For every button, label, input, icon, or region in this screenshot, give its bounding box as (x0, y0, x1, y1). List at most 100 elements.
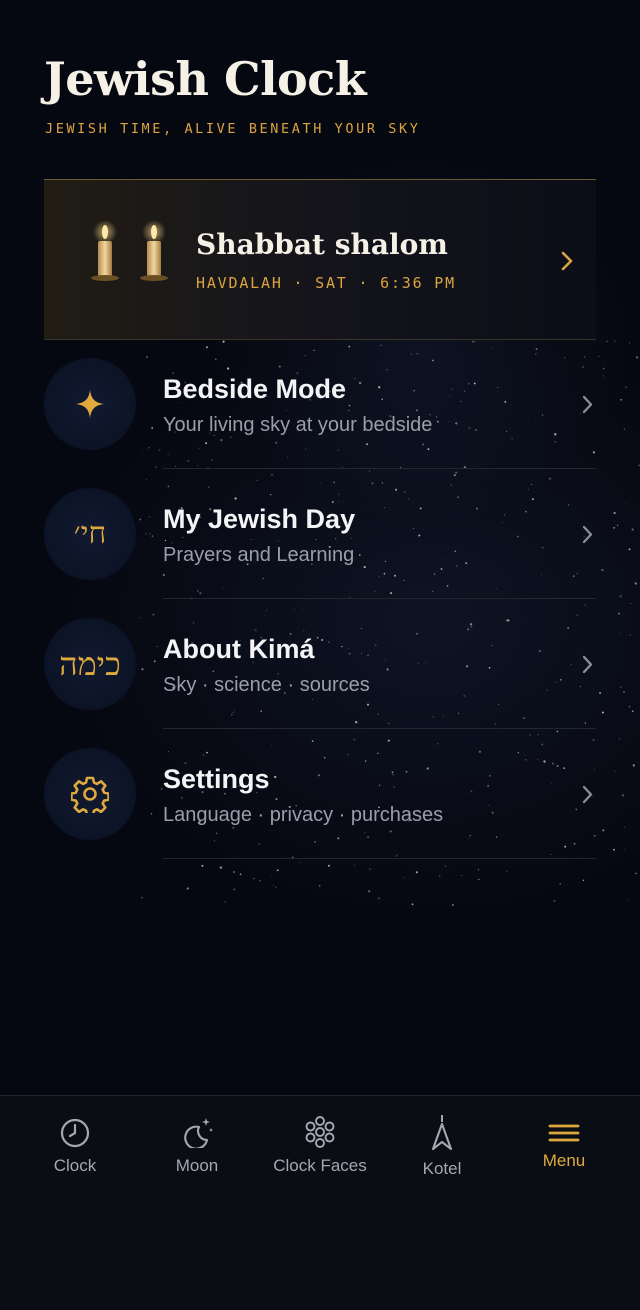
chevron-right-icon (582, 655, 593, 674)
flower-icon (305, 1116, 335, 1148)
star (411, 903, 414, 906)
shabbat-title: Shabbat shalom (196, 228, 448, 261)
star (628, 705, 631, 708)
star (582, 879, 585, 882)
star (253, 877, 255, 880)
star (628, 548, 631, 551)
star (625, 526, 627, 528)
chevron-right-icon (561, 251, 573, 271)
hamburger-icon (548, 1124, 580, 1142)
sparkle-icon (76, 390, 104, 418)
row-divider (163, 858, 596, 859)
star (598, 355, 600, 358)
star (632, 764, 635, 767)
menu-item-title: Bedside Mode (163, 374, 347, 404)
star (631, 528, 634, 531)
menu-item-subtitle: Sky · science · sources (163, 674, 370, 696)
star (602, 375, 604, 377)
star (239, 873, 242, 876)
star (368, 868, 371, 871)
tab-label: Menu (542, 1151, 586, 1170)
star (354, 864, 356, 866)
star (625, 502, 627, 504)
star (634, 582, 637, 585)
menu-item-title: About Kimá (163, 634, 315, 664)
star (319, 885, 321, 887)
chai-hebrew-icon: חי׳ (73, 516, 107, 551)
tab-label: Clock (53, 1156, 97, 1175)
star (613, 848, 615, 851)
star (299, 861, 301, 863)
star (625, 386, 628, 389)
kotel-arrow-icon (431, 1115, 453, 1151)
tab-clock-faces[interactable]: Clock Faces (256, 1096, 384, 1196)
star (613, 526, 616, 529)
tab-label: Moon (175, 1156, 219, 1175)
star (276, 869, 279, 872)
menu-item-title: My Jewish Day (163, 504, 356, 534)
star (602, 829, 605, 832)
bottom-tab-bar: Clock Moon Clock Faces Kotel Menu (0, 1095, 640, 1310)
tab-label: Kotel (422, 1159, 462, 1178)
star (559, 882, 561, 885)
star (233, 871, 235, 873)
menu-item-my-jewish-day[interactable]: חי׳ My Jewish Day Prayers and Learning (44, 469, 596, 599)
menu-item-title: Settings (163, 764, 270, 794)
menu-item-settings[interactable]: Settings Language · privacy · purchases (44, 729, 596, 859)
gear-icon (71, 776, 109, 813)
star (327, 864, 330, 867)
star (233, 888, 235, 890)
tab-clock[interactable]: Clock (11, 1096, 139, 1196)
tab-menu[interactable]: Menu (500, 1096, 628, 1196)
star (201, 864, 204, 867)
star (403, 877, 405, 879)
menu-item-subtitle: Your living sky at your bedside (163, 414, 433, 436)
chevron-right-icon (582, 525, 593, 544)
settings-icon-circle (44, 748, 136, 840)
chevron-right-icon (582, 395, 593, 414)
app-tagline: JEWISH TIME, ALIVE BENEATH YOUR SKY (45, 121, 421, 137)
star (630, 602, 632, 604)
star (553, 900, 556, 903)
star (186, 887, 189, 890)
star (415, 871, 418, 874)
jewish-day-icon-circle: חי׳ (44, 488, 136, 580)
star (618, 738, 620, 740)
app-title: Jewish Clock (44, 52, 367, 106)
tab-label: Clock Faces (273, 1156, 367, 1175)
star (623, 428, 626, 430)
star (451, 904, 454, 907)
star (619, 632, 621, 634)
star (478, 878, 480, 881)
star (444, 865, 446, 867)
moon-icon (184, 1118, 213, 1148)
star (286, 908, 288, 910)
star (219, 866, 223, 869)
star (606, 340, 608, 343)
chevron-right-icon (582, 785, 593, 804)
shabbat-card[interactable]: Shabbat shalom HAVDALAH · SAT · 6:36 PM (44, 179, 596, 340)
star (461, 874, 463, 876)
menu-item-about-kima[interactable]: כימה About Kimá Sky · science · sources (44, 599, 596, 729)
star (621, 794, 625, 797)
star (439, 875, 441, 877)
star (272, 884, 274, 886)
clock-icon (60, 1118, 90, 1148)
star (623, 848, 625, 850)
star (617, 612, 621, 615)
star (623, 691, 625, 693)
tab-kotel[interactable]: Kotel (378, 1096, 506, 1196)
star (620, 686, 622, 688)
star (616, 524, 619, 526)
star (619, 595, 622, 598)
menu-item-subtitle: Language · privacy · purchases (163, 804, 444, 826)
star (614, 340, 616, 342)
havdalah-time: HAVDALAH · SAT · 6:36 PM (196, 274, 456, 292)
candles-icon (91, 220, 168, 281)
menu-item-bedside-mode[interactable]: Bedside Mode Your living sky at your bed… (44, 339, 596, 469)
star (377, 897, 381, 900)
tab-moon[interactable]: Moon (133, 1096, 261, 1196)
star (620, 399, 622, 401)
star (635, 356, 639, 359)
star (601, 711, 604, 714)
